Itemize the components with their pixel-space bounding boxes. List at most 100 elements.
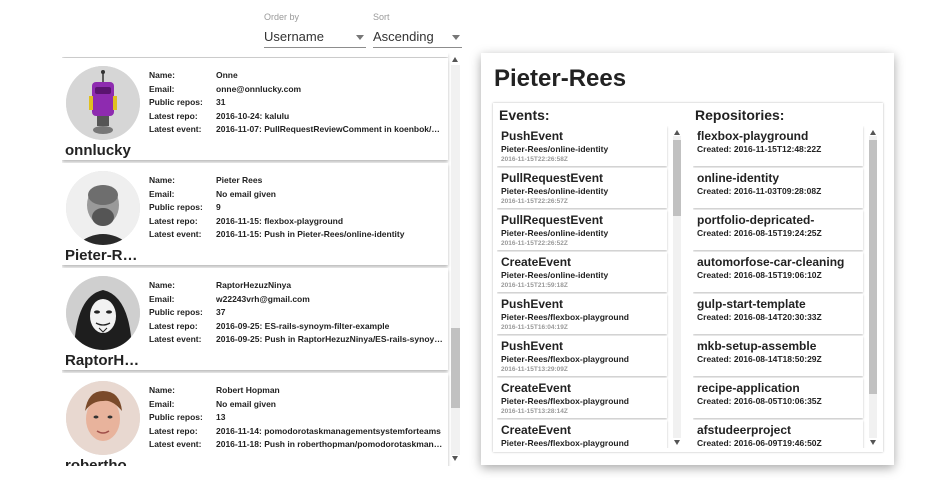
repo-created: Created: 2016-08-15T19:24:25Z (697, 228, 822, 238)
user-info: Name: RaptorHezuzNinya Email: w22243vrh@gm… (149, 279, 445, 347)
event-repo: Pieter-Rees/online-identity (501, 144, 609, 154)
repositories-scrollbar[interactable] (867, 126, 879, 448)
scroll-up-arrow-icon[interactable] (673, 130, 680, 135)
event-item[interactable]: PullRequestEvent Pieter-Rees/online-iden… (497, 168, 667, 208)
user-card-raptorhezuzninya[interactable]: RaptorHezuzNinya Name: RaptorHezuzNinya E… (62, 268, 448, 370)
user-card-roberthopman[interactable]: roberthopman Name: Robert Hopman Email: No… (62, 373, 448, 466)
repos-key: Public repos: (149, 412, 203, 423)
repo-item[interactable]: online-identity Created: 2016-11-03T09:2… (693, 168, 863, 208)
name-value: Robert Hopman (216, 385, 280, 395)
latest-repo-key: Latest repo: (149, 110, 198, 121)
latest-event-key: Latest event: (149, 229, 202, 240)
email-key: Email: (149, 293, 175, 304)
user-card-onnlucky[interactable]: onnlucky Name: Onne Email: onne@onnlucky.c… (62, 58, 448, 160)
repo-item[interactable]: afstudeerproject Created: 2016-06-09T19:… (693, 420, 863, 448)
repos-key: Public repos: (149, 97, 203, 108)
event-repo: Pieter-Rees/flexbox-playground (501, 396, 630, 406)
event-type: PullRequestEvent (501, 213, 604, 227)
event-date: 2016-11-15T13:29:09Z (501, 366, 568, 373)
latest-repo-key: Latest repo: (149, 320, 198, 331)
sort-select[interactable]: Ascending (373, 26, 462, 48)
email-value: onne@onnlucky.com (216, 83, 302, 94)
scroll-down-arrow-icon[interactable] (673, 440, 680, 445)
event-date: 2016-11-15T16:04:19Z (501, 324, 568, 331)
repo-item[interactable]: flexbox-playground Created: 2016-11-15T1… (693, 126, 863, 166)
latest-event-value: 2016-11-15: Push in Pieter-Rees/online-i… (216, 229, 405, 240)
event-repo: Pieter-Rees/flexbox-playground (501, 312, 630, 322)
event-item[interactable]: PushEvent Pieter-Rees/flexbox-playground… (497, 294, 667, 334)
repo-item[interactable]: gulp-start-template Created: 2016-08-14T… (693, 294, 863, 334)
latest-event-value: 2016-11-18: Push in roberthopman/pomodor… (216, 439, 445, 450)
person-avatar-icon (66, 171, 140, 245)
repos-value: 9 (216, 202, 221, 213)
masked-person-avatar-icon (66, 276, 140, 350)
user-info: Name: Robert Hopman Email: No email given … (149, 384, 445, 452)
event-type: PushEvent (501, 129, 564, 143)
event-repo: Pieter-Rees/online-identity (501, 270, 609, 280)
user-list-scrollbar[interactable] (448, 53, 462, 466)
events-list: PushEvent Pieter-Rees/online-identity 20… (497, 126, 683, 448)
scroll-down-arrow-icon[interactable] (869, 440, 876, 445)
user-detail-panel: Pieter-Rees Events: PushEvent Pieter-Ree… (481, 53, 894, 465)
latest-event-key: Latest event: (149, 124, 202, 135)
repos-value: 13 (216, 412, 226, 423)
list-top-edge (62, 53, 448, 57)
scrollbar-thumb[interactable] (869, 140, 877, 394)
username-label: RaptorHezuzNinya (65, 352, 145, 369)
user-info: Name: Pieter Rees Email: No email given Pu… (149, 174, 445, 242)
repos-key: Public repos: (149, 202, 203, 213)
avatar-pieter-rees (66, 171, 140, 245)
repo-name: online-identity (697, 171, 779, 185)
username-label: onnlucky (65, 142, 131, 159)
repo-item[interactable]: mkb-setup-assemble Created: 2016-08-14T1… (693, 336, 863, 376)
sort-label: Sort (373, 12, 390, 22)
email-value: No email given (216, 398, 276, 409)
sort-control[interactable]: Sort Ascending (373, 12, 462, 48)
avatar-onnlucky (66, 66, 140, 140)
name-key: Name: (149, 280, 175, 290)
event-repo: Pieter-Rees/flexbox-playground (501, 438, 630, 448)
event-item[interactable]: PushEvent Pieter-Rees/flexbox-playground… (497, 336, 667, 376)
repositories-list: flexbox-playground Created: 2016-11-15T1… (693, 126, 881, 448)
scrollbar-thumb[interactable] (673, 140, 681, 216)
repo-name: flexbox-playground (697, 129, 809, 143)
event-item[interactable]: CreateEvent Pieter-Rees/flexbox-playgrou… (497, 420, 667, 448)
event-type: PushEvent (501, 297, 564, 311)
sort-value: Ascending (373, 29, 434, 44)
events-scrollbar[interactable] (671, 126, 683, 448)
event-item[interactable]: CreateEvent Pieter-Rees/flexbox-playgrou… (497, 378, 667, 418)
order-by-control[interactable]: Order by Username (264, 12, 366, 48)
sort-dropdown-icon[interactable] (452, 35, 460, 40)
latest-event-key: Latest event: (149, 334, 202, 345)
event-type: CreateEvent (501, 423, 572, 437)
scroll-up-arrow-icon[interactable] (869, 130, 876, 135)
event-type: CreateEvent (501, 255, 572, 269)
event-type: CreateEvent (501, 381, 572, 395)
repo-name: gulp-start-template (697, 297, 806, 311)
repo-created: Created: 2016-11-15T12:48:22Z (697, 144, 822, 154)
user-card-pieter-rees[interactable]: Pieter-Rees Name: Pieter Rees Email: No em… (62, 163, 448, 265)
event-item[interactable]: PushEvent Pieter-Rees/online-identity 20… (497, 126, 667, 166)
repo-item[interactable]: portfolio-depricated- Created: 2016-08-1… (693, 210, 863, 250)
detail-columns: Events: PushEvent Pieter-Rees/online-ide… (493, 103, 883, 452)
robot-avatar-icon (66, 66, 140, 140)
email-value: No email given (216, 188, 276, 199)
event-item[interactable]: CreateEvent Pieter-Rees/online-identity … (497, 252, 667, 292)
latest-event-value: 2016-11-07: PullRequestReviewComment in … (216, 124, 445, 135)
order-by-dropdown-icon[interactable] (356, 35, 364, 40)
event-item[interactable]: PullRequestEvent Pieter-Rees/online-iden… (497, 210, 667, 250)
scroll-up-arrow-icon[interactable] (452, 57, 458, 62)
event-repo: Pieter-Rees/online-identity (501, 228, 609, 238)
name-value: Onne (216, 70, 238, 80)
scrollbar-thumb[interactable] (451, 328, 460, 408)
scroll-down-arrow-icon[interactable] (452, 456, 458, 461)
repo-name: automorfose-car-cleaning (697, 255, 845, 269)
email-key: Email: (149, 83, 175, 94)
event-type: PullRequestEvent (501, 171, 604, 185)
latest-repo-value: 2016-11-15: flexbox-playground (216, 215, 344, 226)
repo-item[interactable]: recipe-application Created: 2016-08-05T1… (693, 378, 863, 418)
latest-repo-value: 2016-11-14: pomodorotaskmanagementsystem… (216, 425, 441, 436)
order-by-select[interactable]: Username (264, 26, 366, 48)
repo-item[interactable]: automorfose-car-cleaning Created: 2016-0… (693, 252, 863, 292)
event-date: 2016-11-15T22:26:58Z (501, 156, 568, 163)
